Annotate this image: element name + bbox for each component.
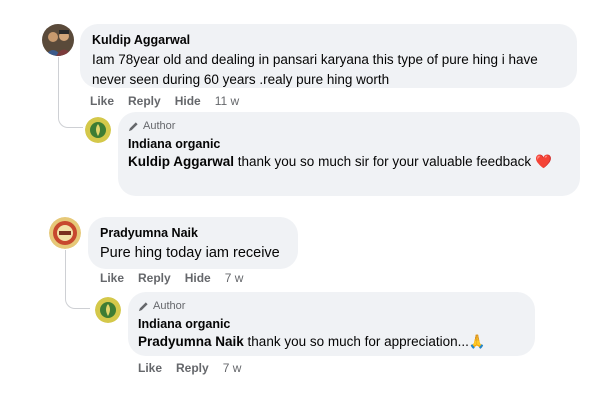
comment-thread-1: Kuldip Aggarwal Iam 78year old and deali… bbox=[40, 15, 580, 196]
page-avatar[interactable] bbox=[85, 117, 111, 143]
reply-text: Pradyumna Naik thank you so much for app… bbox=[138, 332, 533, 352]
comment-thread-2: Pradyumna Naik Pure hing today iam recei… bbox=[40, 208, 560, 380]
author-badge-label: Author bbox=[153, 300, 186, 312]
reply-button[interactable]: Reply bbox=[128, 94, 161, 108]
reply-body: thank you so much sir for your valuable … bbox=[234, 154, 532, 169]
mention-link[interactable]: Kuldip Aggarwal bbox=[128, 154, 234, 169]
like-button[interactable]: Like bbox=[138, 361, 162, 375]
author-badge: Author bbox=[138, 299, 185, 313]
commenter-avatar[interactable] bbox=[49, 217, 81, 249]
reply-body: thank you so much for appreciation... bbox=[243, 334, 469, 349]
reply-connector bbox=[58, 57, 83, 128]
pencil-icon bbox=[138, 301, 148, 311]
page-name[interactable]: Indiana organic bbox=[138, 316, 230, 332]
pencil-icon bbox=[128, 121, 138, 131]
like-button[interactable]: Like bbox=[90, 94, 114, 108]
mention-link[interactable]: Pradyumna Naik bbox=[138, 334, 244, 349]
heart-emoji: ❤️ bbox=[534, 154, 552, 169]
comment-bubble: Kuldip Aggarwal Iam 78year old and deali… bbox=[80, 24, 577, 88]
reply-text: Kuldip Aggarwal thank you so much sir fo… bbox=[128, 152, 568, 172]
page-avatar[interactable] bbox=[95, 297, 121, 323]
reply-button[interactable]: Reply bbox=[176, 361, 209, 375]
timestamp[interactable]: 7 w bbox=[223, 361, 242, 375]
hide-button[interactable]: Hide bbox=[185, 271, 211, 285]
comment-actions: Like Reply Hide 7 w bbox=[100, 271, 257, 285]
reply-actions: Like Reply 7 w bbox=[138, 361, 255, 375]
author-badge: Author bbox=[128, 119, 175, 133]
comment-text: Iam 78year old and dealing in pansari ka… bbox=[92, 52, 538, 87]
hide-button[interactable]: Hide bbox=[175, 94, 201, 108]
comment-text: Pure hing today iam receive bbox=[100, 245, 280, 261]
like-button[interactable]: Like bbox=[100, 271, 124, 285]
timestamp[interactable]: 7 w bbox=[225, 271, 244, 285]
commenter-avatar[interactable] bbox=[42, 24, 74, 56]
comment-bubble: Pradyumna Naik Pure hing today iam recei… bbox=[88, 217, 298, 269]
author-reply-bubble: Author Indiana organic Kuldip Aggarwal t… bbox=[118, 112, 580, 196]
author-reply-bubble: Author Indiana organic Pradyumna Naik th… bbox=[128, 292, 535, 356]
reply-connector bbox=[65, 250, 90, 309]
page-name[interactable]: Indiana organic bbox=[128, 136, 220, 152]
reply-button[interactable]: Reply bbox=[138, 271, 171, 285]
commenter-name[interactable]: Pradyumna Naik bbox=[100, 225, 198, 241]
author-badge-label: Author bbox=[143, 120, 176, 132]
comment-actions: Like Reply Hide 11 w bbox=[90, 94, 253, 108]
folded-hands-emoji: 🙏 bbox=[468, 334, 486, 349]
timestamp[interactable]: 11 w bbox=[215, 94, 239, 108]
commenter-name[interactable]: Kuldip Aggarwal bbox=[92, 32, 190, 48]
